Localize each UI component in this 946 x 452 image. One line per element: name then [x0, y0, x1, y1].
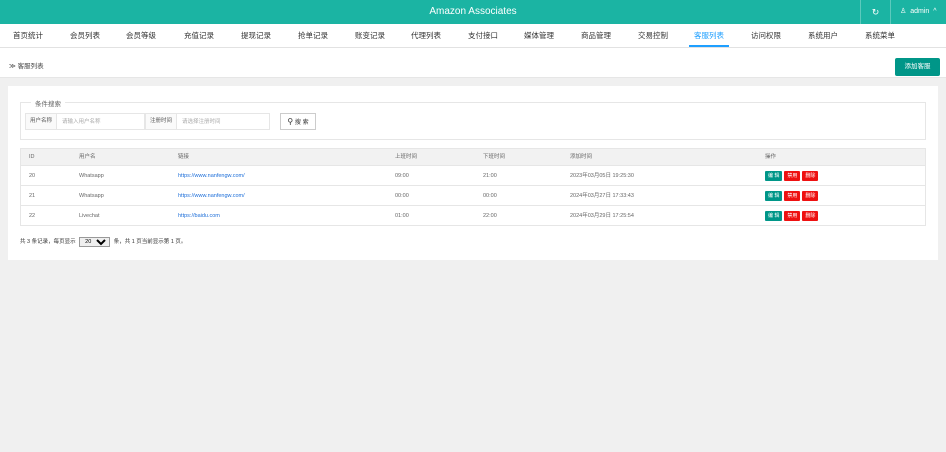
top-header: Amazon Associates ↻ ♙ admin ^ — [0, 0, 946, 24]
delete-button[interactable]: 删除 — [802, 211, 819, 221]
row-actions: 编 辑禁用 删除 — [765, 211, 820, 221]
breadcrumb-arrow-icon: ≫ — [9, 63, 16, 70]
row-username: Whatsapp — [79, 193, 104, 199]
refresh-icon: ↻ — [871, 7, 880, 17]
user-name: admin — [910, 8, 930, 15]
col-end-time: 下班时间 — [483, 154, 506, 160]
delete-button[interactable]: 删除 — [802, 191, 819, 201]
user-menu[interactable]: ♙ admin ^ — [890, 0, 946, 24]
nav-item-members[interactable]: 会员列表 — [70, 24, 100, 48]
pagination-suffix: 条，共 1 页当前显示第 1 页。 — [113, 239, 187, 245]
row-link[interactable]: https://baidu.com — [178, 206, 220, 226]
table-header: ID 用户名 链接 上班时间 下班时间 添加时间 操作 — [20, 148, 926, 166]
regtime-input[interactable] — [178, 114, 269, 129]
col-id: ID — [29, 154, 35, 160]
nav-item-trade-control[interactable]: 交易控制 — [638, 24, 668, 48]
row-link[interactable]: https://www.nanfengw.com/ — [178, 166, 245, 186]
disable-button[interactable]: 禁用 — [784, 191, 801, 201]
row-link[interactable]: https://www.nanfengw.com/ — [178, 186, 245, 206]
chevron-up-icon: ^ — [933, 8, 937, 15]
search-button-label: 搜 索 — [294, 120, 309, 126]
nav-item-media[interactable]: 媒体管理 — [524, 24, 554, 48]
row-end-time: 21:00 — [483, 173, 497, 179]
row-id: 22 — [29, 213, 36, 219]
row-added-time: 2024年03月29日 17:25:54 — [570, 213, 634, 219]
nav-item-support-list[interactable]: 客服列表 — [689, 24, 729, 48]
username-input[interactable] — [58, 114, 144, 129]
username-field: 用户名称 — [25, 113, 145, 130]
col-start-time: 上班时间 — [395, 154, 418, 160]
row-id: 21 — [29, 193, 36, 199]
content-card: 条件搜索 用户名称 注册时间 ⚲ 搜 索 ID 用户名 链接 上班时间 下班时间… — [8, 86, 938, 260]
row-end-time: 00:00 — [483, 193, 497, 199]
add-support-button[interactable]: 添加客服 — [895, 58, 940, 76]
page-size-select[interactable]: 20 — [79, 236, 111, 247]
table-row: 22 Livechat https://baidu.com 01:00 22:0… — [20, 206, 926, 226]
nav-item-agents[interactable]: 代理列表 — [411, 24, 441, 48]
user-icon: ♙ — [900, 8, 907, 15]
search-legend: 条件搜索 — [31, 98, 65, 108]
pagination: 共 3 条记录，每页显示 20 条，共 1 页当前显示第 1 页。 — [20, 236, 186, 248]
disable-button[interactable]: 禁用 — [784, 211, 801, 221]
table-row: 20 Whatsapp https://www.nanfengw.com/ 09… — [20, 166, 926, 186]
nav-item-recharge[interactable]: 充值记录 — [184, 24, 214, 48]
row-start-time: 01:00 — [395, 213, 409, 219]
nav-item-balance-changes[interactable]: 账变记录 — [355, 24, 385, 48]
nav-item-home-stats[interactable]: 首页统计 — [13, 24, 43, 48]
nav-item-system-menu[interactable]: 系统菜单 — [865, 24, 895, 48]
app-title: Amazon Associates — [429, 6, 517, 17]
edit-button[interactable]: 编 辑 — [765, 191, 783, 201]
breadcrumb: ≫ 客服列表 — [9, 48, 44, 86]
breadcrumb-bar: ≫ 客服列表 — [0, 48, 946, 78]
refresh-button[interactable]: ↻ — [860, 0, 890, 24]
nav-item-products[interactable]: 商品管理 — [581, 24, 611, 48]
row-added-time: 2023年03月05日 19:25:30 — [570, 173, 634, 179]
row-added-time: 2024年03月27日 17:33:43 — [570, 193, 634, 199]
row-username: Livechat — [79, 213, 100, 219]
regtime-label: 注册时间 — [146, 114, 178, 129]
edit-button[interactable]: 编 辑 — [765, 171, 783, 181]
row-start-time: 00:00 — [395, 193, 409, 199]
table-row: 21 Whatsapp https://www.nanfengw.com/ 00… — [20, 186, 926, 206]
nav-item-member-levels[interactable]: 会员等级 — [126, 24, 156, 48]
row-username: Whatsapp — [79, 173, 104, 179]
edit-button[interactable]: 编 辑 — [765, 211, 783, 221]
row-actions: 编 辑禁用 删除 — [765, 191, 820, 201]
nav-item-access[interactable]: 访问权限 — [751, 24, 781, 48]
search-icon: ⚲ — [287, 117, 294, 126]
delete-button[interactable]: 删除 — [802, 171, 819, 181]
nav-item-system-users[interactable]: 系统用户 — [808, 24, 838, 48]
regtime-field: 注册时间 — [145, 113, 270, 130]
pagination-summary: 共 3 条记录，每页显示 — [20, 239, 76, 245]
col-actions: 操作 — [765, 154, 777, 160]
row-actions: 编 辑禁用 删除 — [765, 171, 820, 181]
nav-item-payment[interactable]: 支付接口 — [468, 24, 498, 48]
nav-item-withdraw[interactable]: 提现记录 — [241, 24, 271, 48]
search-button[interactable]: ⚲ 搜 索 — [280, 113, 316, 130]
main-nav: 首页统计 会员列表 会员等级 充值记录 提现记录 抢单记录 账变记录 代理列表 … — [0, 24, 946, 48]
disable-button[interactable]: 禁用 — [784, 171, 801, 181]
username-label: 用户名称 — [26, 114, 58, 129]
breadcrumb-label: 客服列表 — [17, 63, 44, 70]
nav-item-orders[interactable]: 抢单记录 — [298, 24, 328, 48]
row-id: 20 — [29, 173, 36, 179]
col-added-time: 添加时间 — [570, 154, 593, 160]
col-username: 用户名 — [79, 154, 96, 160]
col-link: 链接 — [178, 154, 190, 160]
search-panel: 条件搜索 用户名称 注册时间 ⚲ 搜 索 — [20, 98, 926, 140]
row-start-time: 09:00 — [395, 173, 409, 179]
row-end-time: 22:00 — [483, 213, 497, 219]
